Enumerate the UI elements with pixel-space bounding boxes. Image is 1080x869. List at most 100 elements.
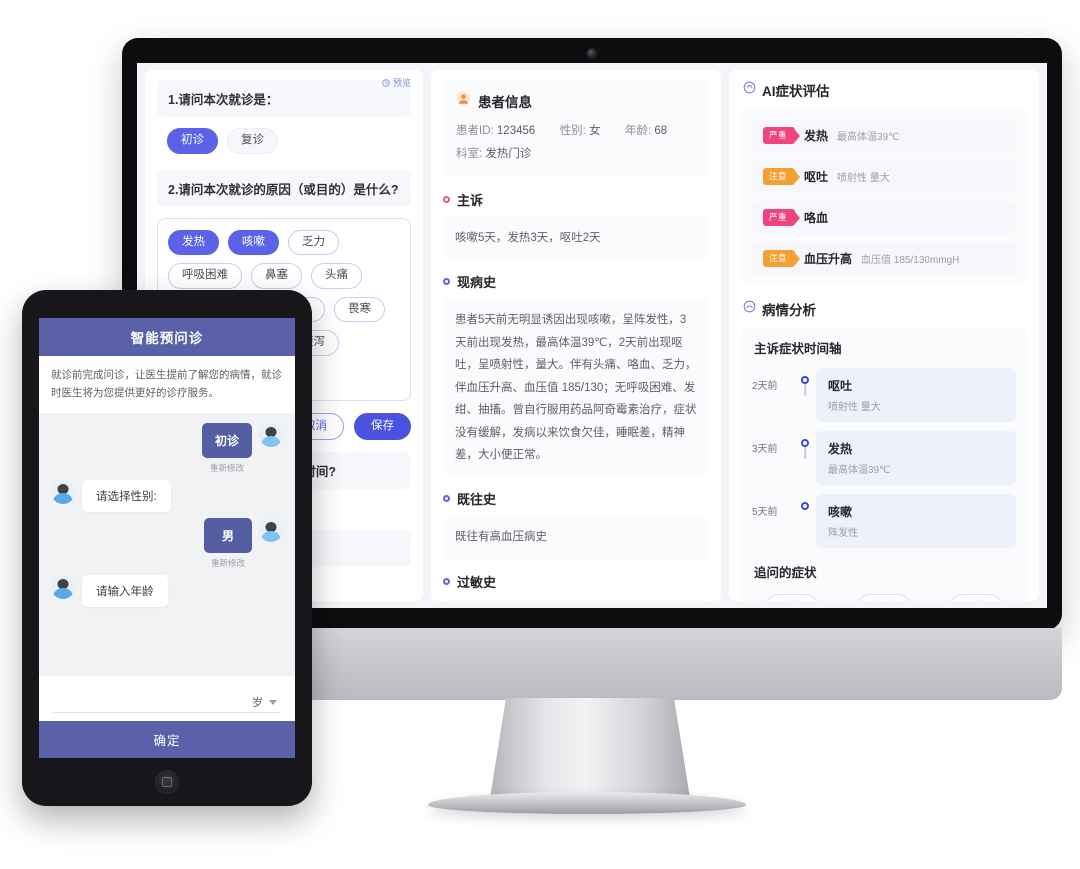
- timeline-when: 5天前: [752, 507, 778, 518]
- age-input[interactable]: [53, 692, 242, 713]
- chat-redo-link[interactable]: 重新修改: [210, 462, 244, 474]
- chat-thread: 初诊 重新修改 请选择性别: 男 重新修改 请输入年龄: [39, 412, 295, 676]
- ai-assessment-title: AI症状评估: [762, 84, 830, 99]
- chat-answer-bubble[interactable]: 男: [204, 517, 252, 553]
- symptom-chip-fali[interactable]: 乏力: [288, 229, 339, 256]
- timeline-detail: 最高体温39℃: [828, 465, 891, 476]
- patient-info-row-1: 患者ID: 123456 性别: 女 年龄: 68: [456, 120, 696, 143]
- chat-redo-link[interactable]: 重新修改: [211, 557, 245, 569]
- chat-bot-bubble: 请选择性别:: [82, 479, 171, 512]
- timeline-connector: [804, 447, 806, 459]
- webcam-icon: [587, 49, 597, 58]
- patient-dept-label: 科室:: [456, 148, 483, 160]
- severity-badge: 严重: [763, 209, 796, 226]
- symptom-chip-bise[interactable]: 鼻塞: [251, 263, 302, 289]
- preview-tag-label: 预览: [392, 78, 411, 88]
- symptom-assessment-card: 严重 发热 最高体温39℃ 注意 呕吐 喷射性 量大 严重 咯血 注意 血压升高…: [741, 109, 1027, 285]
- patient-gender-label: 性别:: [559, 125, 586, 137]
- bullet-ring-icon: [443, 495, 450, 503]
- bot-avatar-icon: [51, 574, 75, 599]
- followup-tag-toutong[interactable]: 头痛: [766, 594, 818, 601]
- confirm-button[interactable]: 确定: [39, 721, 295, 758]
- chat-message-bot: 请选择性别:: [51, 479, 283, 512]
- medical-record-panel: 患者信息 患者ID: 123456 性别: 女 年龄: 68 科室: 发热门诊 …: [431, 70, 721, 601]
- severity-badge: 注意: [763, 168, 796, 185]
- followup-tags: 头痛 咯血 乏力: [752, 592, 1016, 601]
- symptom-name: 咯血: [804, 211, 829, 225]
- symptom-detail: 最高体温39℃: [837, 132, 900, 143]
- symptom-name: 发热: [804, 129, 829, 143]
- section-header-allergy: 过敏史: [443, 572, 709, 591]
- tablet-app-title: 智能预问诊: [39, 318, 295, 356]
- timeline-item[interactable]: 2天前 呕吐 喷射性 量大: [752, 368, 1016, 422]
- patient-info-title: 患者信息: [478, 95, 532, 110]
- patient-age-label: 年龄:: [625, 125, 652, 137]
- timeline-title: 主诉症状时间轴: [754, 342, 842, 356]
- unit-select[interactable]: 岁: [242, 694, 281, 713]
- timeline-item[interactable]: 5天前 咳嗽 阵发性: [752, 494, 1016, 548]
- timeline-name: 咳嗽: [828, 505, 853, 519]
- save-button[interactable]: 保存: [354, 413, 411, 441]
- timeline-item[interactable]: 3天前 发热 最高体温39℃: [752, 431, 1016, 485]
- followup-title: 追问的症状: [754, 566, 817, 580]
- user-avatar-icon: [259, 517, 283, 542]
- tablet-device: 智能预问诊 就诊前完成问诊，让医生提前了解您的病情，就诊时医生将为您提供更好的诊…: [22, 290, 312, 806]
- followup-tag-fali[interactable]: 乏力: [950, 594, 1002, 601]
- patient-info-card: 患者信息 患者ID: 123456 性别: 女 年龄: 68 科室: 发热门诊: [443, 80, 709, 177]
- patient-id-value: 123456: [496, 125, 536, 137]
- timeline-detail: 喷射性 量大: [828, 402, 881, 413]
- symptom-chip-huxikunnan[interactable]: 呼吸困难: [168, 263, 242, 289]
- symptom-timeline: 2天前 呕吐 喷射性 量大 3天前 发热 最高体温39℃ 5天前 咳嗽 阵发性: [752, 368, 1016, 548]
- symptom-row[interactable]: 注意 血压升高 血压值 185/130mmgH: [752, 242, 1016, 275]
- analysis-header: 病情分析: [743, 299, 1027, 319]
- section-body-chief-complaint: 咳嗽5天，发热3天，呕吐2天: [443, 217, 709, 260]
- timeline-connector: [804, 384, 806, 396]
- timeline-dot-icon: [801, 376, 809, 384]
- home-button[interactable]: [155, 770, 179, 794]
- bullet-ring-icon: [443, 577, 450, 585]
- user-avatar-icon: [259, 422, 283, 447]
- severity-badge: 严重: [763, 127, 796, 144]
- followup-tag-kaxue[interactable]: 咯血: [858, 594, 910, 601]
- chat-message-user: 初诊 重新修改: [51, 422, 283, 474]
- preview-tag[interactable]: 预览: [382, 76, 411, 89]
- chat-message-user: 男 重新修改: [51, 517, 283, 569]
- clock-icon: [382, 78, 390, 87]
- question-1-title: 1.请问本次就诊是：: [157, 80, 411, 117]
- symptom-row[interactable]: 严重 发热 最高体温39℃: [752, 119, 1016, 152]
- patient-avatar-icon: [456, 91, 471, 111]
- symptom-row[interactable]: 注意 呕吐 喷射性 量大: [752, 160, 1016, 193]
- tablet-screen: 智能预问诊 就诊前完成问诊，让医生提前了解您的病情，就诊时医生将为您提供更好的诊…: [39, 318, 295, 758]
- bullet-ring-icon: [443, 196, 450, 203]
- section-title-past-history: 既往史: [457, 492, 497, 508]
- timeline-name: 发热: [828, 442, 853, 456]
- analysis-card: 主诉症状时间轴 2天前 呕吐 喷射性 量大 3天前 发热 最高体温39℃ 5天前…: [741, 328, 1027, 601]
- section-header-chief-complaint: 主诉: [443, 190, 709, 209]
- patient-gender-value: 女: [589, 125, 601, 137]
- timeline-when: 3天前: [752, 444, 778, 455]
- symptom-chip-fare[interactable]: 发热: [168, 229, 219, 256]
- symptom-chip-kesou[interactable]: 咳嗽: [228, 229, 279, 256]
- patient-info-row-2: 科室: 发热门诊: [456, 143, 696, 166]
- section-body-past-history: 既往有高血压病史: [443, 516, 709, 559]
- severity-badge: 注意: [763, 250, 796, 267]
- analysis-title: 病情分析: [762, 303, 816, 318]
- timeline-when: 2天前: [752, 381, 778, 392]
- chat-bot-bubble: 请输入年龄: [82, 574, 168, 607]
- section-body-present-illness: 患者5天前无明显诱因出现咳嗽，呈阵发性，3天前出现发热，最高体温39℃，2天前出…: [443, 299, 709, 477]
- symptom-name: 血压升高: [804, 252, 853, 266]
- symptom-detail: 血压值 185/130mmgH: [861, 255, 960, 266]
- timeline-name: 呕吐: [828, 379, 853, 393]
- symptom-chip-toutong[interactable]: 头痛: [311, 263, 362, 289]
- patient-id-label: 患者ID:: [456, 125, 494, 137]
- option-chip-chuzhen[interactable]: 初诊: [167, 128, 218, 154]
- ai-brain-icon: [743, 81, 756, 99]
- ai-assessment-header: AI症状评估: [743, 80, 1027, 100]
- section-header-past-history: 既往史: [443, 489, 709, 508]
- chat-answer-bubble[interactable]: 初诊: [201, 422, 252, 458]
- option-chip-fuzhen[interactable]: 复诊: [227, 128, 278, 154]
- symptom-detail: 喷射性 量大: [837, 173, 890, 184]
- section-title-present-illness: 现病史: [457, 275, 497, 291]
- symptom-row[interactable]: 严重 咯血: [752, 201, 1016, 234]
- symptom-chip-weihan[interactable]: 畏寒: [334, 296, 385, 323]
